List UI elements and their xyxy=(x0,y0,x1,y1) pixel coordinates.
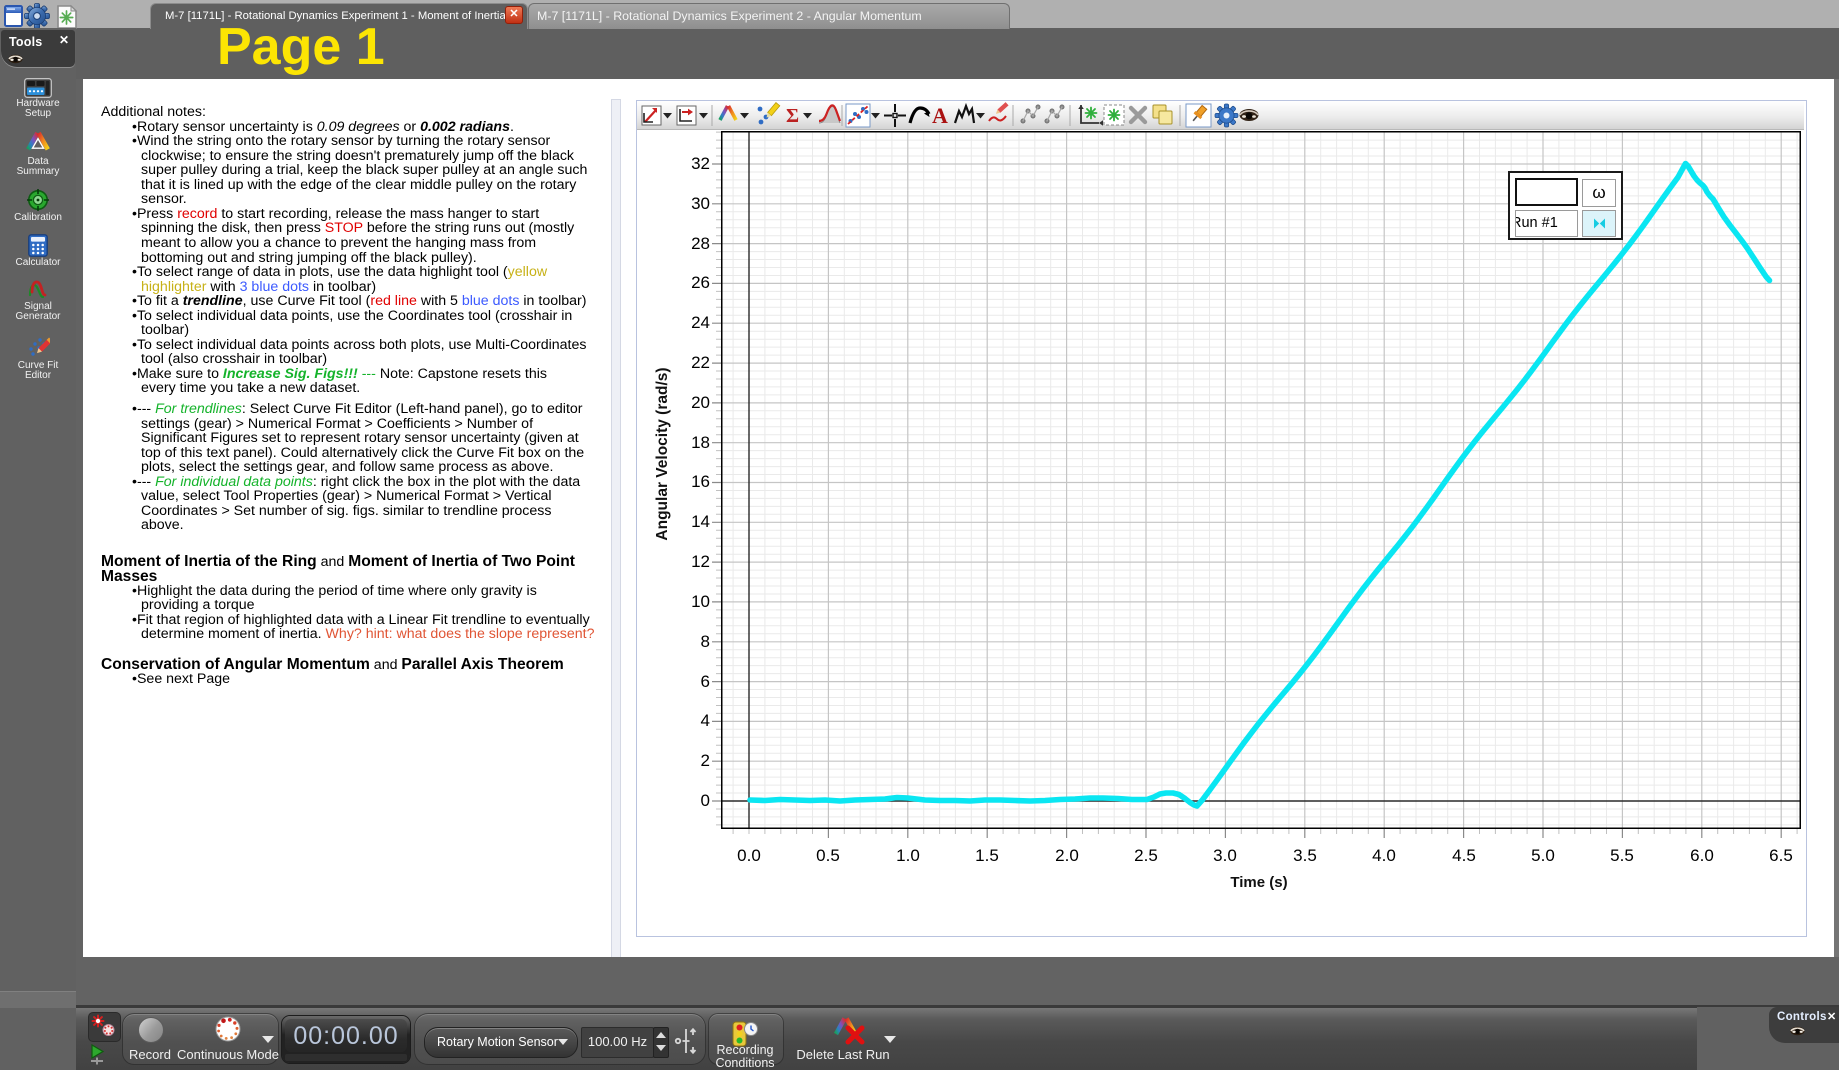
svg-text:Σ: Σ xyxy=(786,105,799,127)
svg-text:A: A xyxy=(932,103,948,128)
